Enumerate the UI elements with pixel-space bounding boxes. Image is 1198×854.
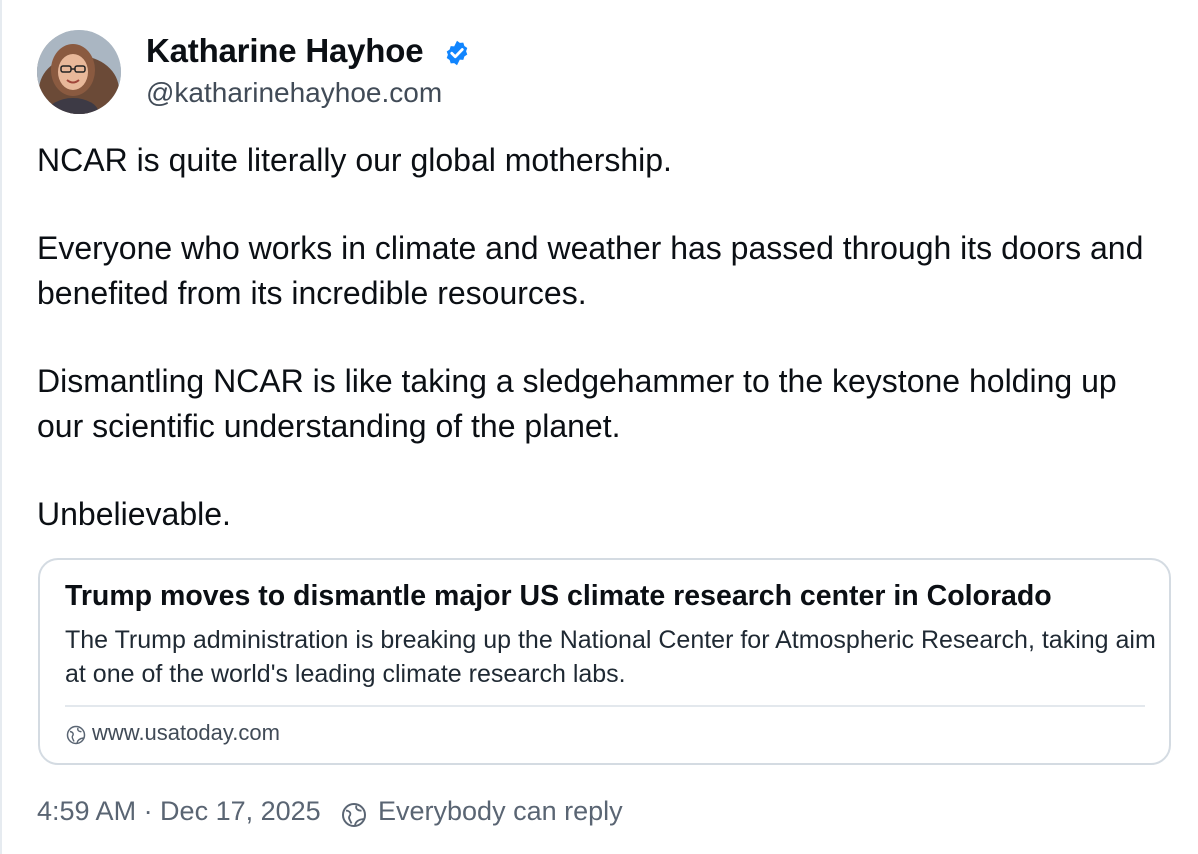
globe-icon bbox=[66, 725, 86, 745]
post-timestamp[interactable]: 4:59 AM · Dec 17, 2025 bbox=[37, 796, 321, 826]
author-display-name[interactable]: Katharine Hayhoe bbox=[146, 32, 424, 70]
link-card-domain: www.usatoday.com bbox=[92, 720, 280, 745]
post-paragraph: Dismantling NCAR is like taking a sledge… bbox=[37, 363, 1117, 444]
avatar-image bbox=[37, 30, 121, 114]
globe-icon bbox=[342, 803, 366, 827]
post-paragraph: NCAR is quite literally our global mothe… bbox=[37, 142, 672, 178]
link-card-description: The Trump administration is breaking up … bbox=[65, 626, 1156, 688]
post-text: NCAR is quite literally our global mothe… bbox=[37, 138, 1157, 580]
avatar[interactable] bbox=[37, 30, 121, 114]
link-preview-card[interactable]: Trump moves to dismantle major US climat… bbox=[38, 558, 1171, 765]
post-paragraph: Everyone who works in climate and weathe… bbox=[37, 230, 1144, 311]
link-card-title: Trump moves to dismantle major US climat… bbox=[65, 580, 1052, 612]
link-card-divider bbox=[65, 705, 1145, 707]
post-meta: 4:59 AM · Dec 17, 2025 bbox=[37, 796, 321, 827]
verified-badge-icon bbox=[446, 40, 468, 66]
post: Katharine Hayhoe @katharinehayhoe.com NC… bbox=[0, 0, 1198, 854]
reply-setting[interactable]: Everybody can reply bbox=[378, 796, 623, 827]
post-paragraph: Unbelievable. bbox=[37, 496, 231, 532]
author-handle[interactable]: @katharinehayhoe.com bbox=[146, 77, 442, 109]
